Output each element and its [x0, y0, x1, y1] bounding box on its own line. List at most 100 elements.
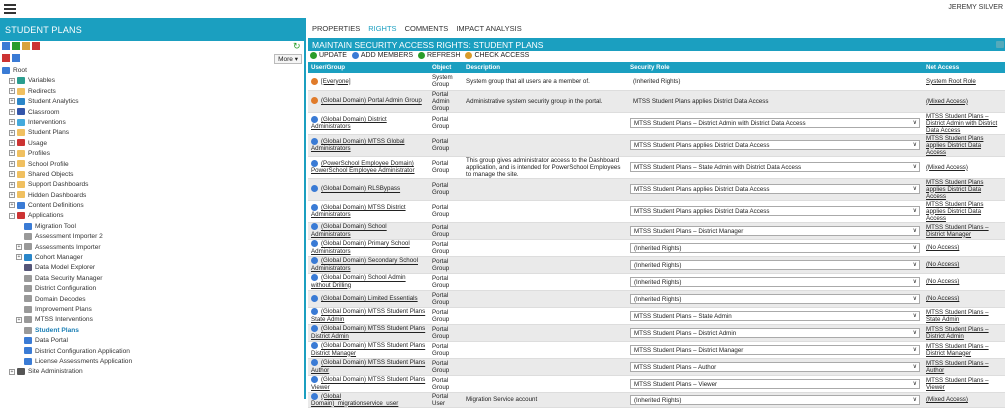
- tree-item[interactable]: + Usage: [0, 139, 304, 149]
- tree-item[interactable]: + Interventions: [0, 118, 304, 128]
- security-role-select[interactable]: MTSS Student Plans – District Manager ∨: [630, 344, 920, 355]
- refresh-tree-icon[interactable]: ↻: [293, 42, 302, 51]
- tree-item[interactable]: + Student Plans: [0, 128, 304, 138]
- net-access-link[interactable]: MTSS Student Plans – District Manager: [926, 224, 989, 238]
- tree-item[interactable]: + MTSS Interventions: [0, 315, 304, 325]
- expand-icon[interactable]: +: [9, 191, 15, 198]
- lock-icon[interactable]: [22, 42, 30, 50]
- tree-item[interactable]: Migration Tool: [0, 222, 304, 232]
- user-group-link[interactable]: (Global Domain) MTSS Student Plans Autho…: [311, 360, 425, 374]
- expand-icon[interactable]: +: [9, 139, 15, 146]
- tab-properties[interactable]: PROPERTIES: [312, 24, 360, 33]
- security-role-select[interactable]: MTSS Student Plans – District Manager ∨: [630, 225, 920, 236]
- net-access-link[interactable]: (Mixed Access): [926, 396, 968, 403]
- tree-item[interactable]: Domain Decodes: [0, 295, 304, 305]
- edit-icon[interactable]: [12, 42, 20, 50]
- net-access-link[interactable]: (Mixed Access): [926, 98, 968, 105]
- refresh-button[interactable]: REFRESH: [418, 52, 460, 59]
- security-role-select[interactable]: MTSS Student Plans – District Admin with…: [630, 118, 920, 128]
- tree-item[interactable]: + Content Definitions: [0, 201, 304, 211]
- tree-item[interactable]: Data Security Manager: [0, 274, 304, 284]
- security-role-select[interactable]: MTSS Student Plans – Viewer ∨: [630, 378, 920, 389]
- user-group-link[interactable]: (Global Domain) MTSS Student Plans Viewe…: [311, 377, 425, 391]
- user-group-link[interactable]: (Global Domain) MTSS Student Plans Distr…: [311, 326, 425, 340]
- user-group-link[interactable]: (Global Domain) MTSS Student Plans Distr…: [311, 343, 425, 357]
- security-role-select[interactable]: MTSS Student Plans applies District Data…: [630, 140, 920, 150]
- tree-item[interactable]: Improvement Plans: [0, 305, 304, 315]
- expand-icon[interactable]: +: [9, 98, 15, 105]
- expand-icon[interactable]: +: [16, 243, 22, 250]
- user-group-link[interactable]: (Global Domain) MTSS Global Administrato…: [311, 138, 405, 152]
- tree-item[interactable]: District Configuration Application: [0, 347, 304, 357]
- net-access-link[interactable]: System Root Role: [926, 78, 976, 85]
- expand-icon[interactable]: +: [9, 108, 15, 115]
- tree-item[interactable]: License Assessments Application: [0, 357, 304, 367]
- net-access-link[interactable]: (No Access): [926, 295, 959, 302]
- user-group-link[interactable]: (Global Domain) RLSBypass: [321, 186, 400, 193]
- tree-item[interactable]: Root: [0, 66, 304, 76]
- tree-item[interactable]: Assessment Importer 2: [0, 232, 304, 242]
- user-group-link[interactable]: (Global Domain) School Admin without Dri…: [311, 275, 406, 289]
- user-group-link[interactable]: (Global Domain) Portal Admin Group: [321, 98, 422, 105]
- tree-item[interactable]: + Site Administration: [0, 367, 304, 377]
- tree-item[interactable]: + School Profile: [0, 160, 304, 170]
- tab-impact-analysis[interactable]: IMPACT ANALYSIS: [456, 24, 521, 33]
- tree-item[interactable]: Data Portal: [0, 336, 304, 346]
- expand-icon[interactable]: +: [9, 181, 15, 188]
- user-group-link[interactable]: (PowerSchool Employee Domain) PowerSchoo…: [311, 160, 415, 174]
- more-dropdown[interactable]: More ▾: [274, 54, 302, 64]
- net-access-link[interactable]: MTSS Student Plans – District Admin: [926, 326, 989, 340]
- user-group-link[interactable]: (Global Domain) MTSS District Administra…: [311, 204, 406, 218]
- collapse-icon[interactable]: -: [9, 212, 15, 219]
- update-button[interactable]: UPDATE: [310, 52, 347, 59]
- net-access-link[interactable]: (No Access): [926, 244, 959, 251]
- expand-icon[interactable]: +: [9, 77, 15, 84]
- user-group-link[interactable]: (Global Domain) School Administrators: [311, 224, 387, 238]
- security-role-select[interactable]: MTSS Student Plans – Author ∨: [630, 361, 920, 372]
- net-access-link[interactable]: MTSS Student Plans – Author: [926, 360, 989, 374]
- user-group-link[interactable]: (Global Domain) MTSS Student Plans State…: [311, 309, 425, 323]
- net-access-link[interactable]: MTSS Student Plans – State Admin: [926, 309, 989, 323]
- net-access-link[interactable]: (No Access): [926, 261, 959, 268]
- user-group-link[interactable]: [Everyone]: [321, 78, 351, 85]
- tab-comments[interactable]: COMMENTS: [405, 24, 449, 33]
- security-role-select[interactable]: MTSS Student Plans – State Admin with Di…: [630, 162, 920, 172]
- security-role-select[interactable]: (Inherited Rights) ∨: [630, 259, 920, 270]
- username[interactable]: JEREMY SILVER: [948, 4, 1003, 11]
- user-group-link[interactable]: (Global Domain)_migrationservice_user: [311, 393, 398, 406]
- expand-icon[interactable]: +: [9, 150, 15, 157]
- security-role-select[interactable]: (Inherited Rights) ∨: [630, 242, 920, 253]
- net-access-link[interactable]: MTSS Student Plans – District Manager: [926, 343, 989, 357]
- expand-icon[interactable]: +: [9, 202, 15, 209]
- tree-item[interactable]: + Profiles: [0, 149, 304, 159]
- user-group-link[interactable]: (Global Domain) District Administrators: [311, 116, 387, 130]
- security-role-select[interactable]: (Inherited Rights) ∨: [630, 293, 920, 304]
- help-icon[interactable]: [996, 41, 1004, 48]
- tab-rights[interactable]: RIGHTS: [368, 24, 396, 33]
- user-group-link[interactable]: (Global Domain) Primary School Administr…: [311, 241, 410, 255]
- expand-icon[interactable]: +: [16, 316, 22, 323]
- expand-icon[interactable]: +: [9, 119, 15, 126]
- net-access-link[interactable]: MTSS Student Plans applies District Data…: [926, 201, 983, 222]
- net-access-link[interactable]: (Mixed Access): [926, 164, 968, 171]
- net-access-link[interactable]: MTSS Student Plans applies District Data…: [926, 179, 983, 200]
- tree-item[interactable]: + Classroom: [0, 108, 304, 118]
- net-access-link[interactable]: MTSS Student Plans – Viewer: [926, 377, 989, 391]
- tree-item[interactable]: + Variables: [0, 76, 304, 86]
- security-role-select[interactable]: MTSS Student Plans applies District Data…: [630, 206, 920, 216]
- hamburger-menu-icon[interactable]: [4, 4, 16, 14]
- tree-item[interactable]: District Configuration: [0, 284, 304, 294]
- expand-icon[interactable]: +: [16, 254, 22, 261]
- expand-icon[interactable]: +: [9, 88, 15, 95]
- tree-item[interactable]: + Support Dashboards: [0, 180, 304, 190]
- add-members-button[interactable]: ADD MEMBERS: [351, 52, 413, 59]
- net-access-link[interactable]: MTSS Student Plans – District Admin with…: [926, 113, 997, 134]
- net-access-link[interactable]: (No Access): [926, 278, 959, 285]
- expand-icon[interactable]: +: [9, 160, 15, 167]
- security-role-select[interactable]: (Inherited Rights) ∨: [630, 394, 920, 405]
- security-role-select[interactable]: MTSS Student Plans applies District Data…: [630, 184, 920, 194]
- security-role-select[interactable]: MTSS Student Plans – State Admin ∨: [630, 310, 920, 321]
- list-filter-icon[interactable]: [12, 54, 20, 62]
- tree-item[interactable]: + Shared Objects: [0, 170, 304, 180]
- tree-item[interactable]: + Redirects: [0, 87, 304, 97]
